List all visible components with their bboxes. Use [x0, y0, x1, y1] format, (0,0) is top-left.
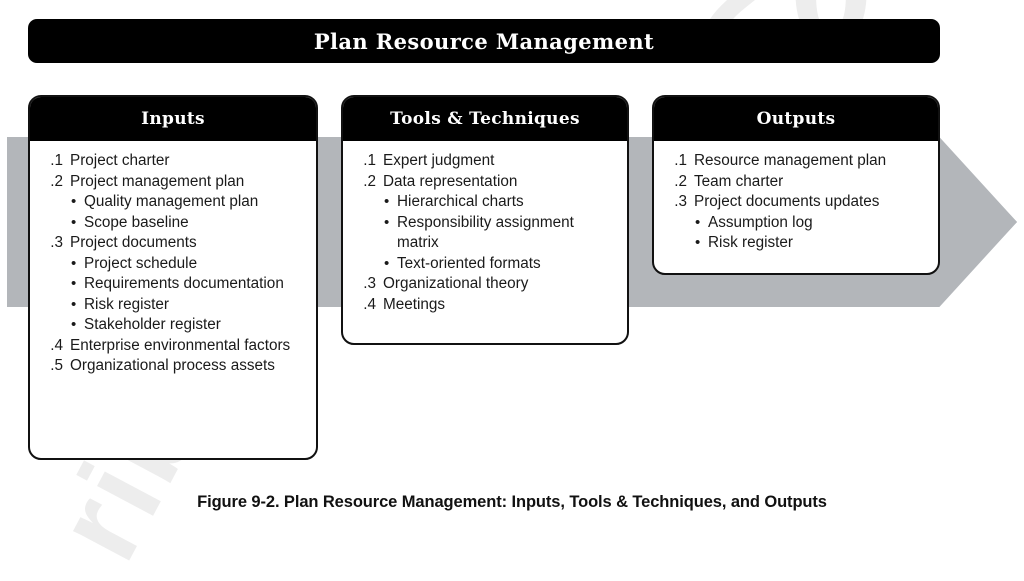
panel-tools-techniques-header: Tools & Techniques	[343, 97, 627, 141]
subitem-label: Risk register	[708, 234, 793, 251]
panel-tools-techniques-header-label: Tools & Techniques	[390, 108, 580, 129]
item-number: .2	[50, 172, 63, 190]
item-label: Enterprise environmental factors	[70, 336, 291, 354]
subitem-label: Scope baseline	[84, 213, 189, 231]
item-label: Organizational process assets	[70, 357, 275, 374]
item-number: .3	[50, 234, 63, 251]
panel-inputs: Inputs .1 Project charter .2 Project man…	[28, 95, 318, 460]
bullet-icon: •	[695, 234, 701, 251]
list-subitem: • Project schedule	[42, 254, 306, 275]
subitem-label: Stakeholder register	[84, 316, 221, 333]
subitem-label: Assumption log	[708, 213, 813, 231]
bullet-icon: •	[71, 316, 77, 333]
list-item: .2 Project management plan	[42, 172, 306, 193]
item-number: .1	[50, 152, 63, 169]
item-number: .4	[363, 295, 376, 313]
item-label: Resource management plan	[694, 152, 887, 169]
list-item: .1 Resource management plan	[666, 151, 928, 172]
subitem-label: Project schedule	[84, 254, 198, 272]
page-title-text: Plan Resource Management	[313, 28, 655, 54]
panel-outputs-header: Outputs	[654, 97, 938, 141]
list-subitem: • Risk register	[666, 233, 928, 254]
item-number: .1	[674, 152, 687, 169]
list-subitem: • Assumption log	[666, 213, 928, 234]
item-label: Project management plan	[70, 172, 245, 190]
subitem-label: Responsibility assignment matrix	[397, 213, 574, 252]
panel-tools-techniques: Tools & Techniques .1 Expert judgment .2…	[341, 95, 629, 345]
item-number: .1	[363, 152, 376, 169]
list-subitem: • Hierarchical charts	[355, 192, 617, 213]
bullet-icon: •	[384, 254, 390, 272]
bullet-icon: •	[71, 275, 77, 292]
panel-outputs: Outputs .1 Resource management plan .2 T…	[652, 95, 940, 275]
list-item: .1 Expert judgment	[355, 151, 617, 172]
bullet-icon: •	[71, 213, 77, 231]
panel-outputs-body: .1 Resource management plan .2 Team char…	[654, 141, 938, 262]
item-number: .3	[363, 275, 376, 292]
bullet-icon: •	[384, 213, 390, 231]
list-subitem: • Quality management plan	[42, 192, 306, 213]
item-number: .2	[363, 172, 376, 190]
list-subitem: • Responsibility assignment matrix	[355, 213, 617, 254]
item-label: Team charter	[694, 172, 784, 190]
list-item: .3 Organizational theory	[355, 274, 617, 295]
page-title: Plan Resource Management	[28, 19, 940, 63]
subitem-label: Hierarchical charts	[397, 193, 524, 210]
item-number: .5	[50, 357, 63, 374]
bullet-icon: •	[384, 193, 390, 210]
list-item: .4 Enterprise environmental factors	[42, 336, 306, 357]
item-label: Project documents updates	[694, 193, 880, 210]
panel-inputs-header-label: Inputs	[141, 108, 205, 129]
list-item: .3 Project documents	[42, 233, 306, 254]
item-label: Organizational theory	[383, 275, 529, 292]
list-subitem: • Stakeholder register	[42, 315, 306, 336]
list-subitem: • Text-oriented formats	[355, 254, 617, 275]
item-number: .4	[50, 336, 63, 354]
list-item: .1 Project charter	[42, 151, 306, 172]
item-number: .2	[674, 172, 687, 190]
list-subitem: • Risk register	[42, 295, 306, 316]
list-item: .5 Organizational process assets	[42, 356, 306, 377]
subitem-label: Risk register	[84, 295, 169, 313]
list-subitem: • Scope baseline	[42, 213, 306, 234]
list-item: .3 Project documents updates	[666, 192, 928, 213]
item-label: Expert judgment	[383, 152, 495, 169]
panel-inputs-body: .1 Project charter .2 Project management…	[30, 141, 316, 385]
bullet-icon: •	[71, 193, 77, 210]
list-item: .2 Data representation	[355, 172, 617, 193]
item-label: Project charter	[70, 152, 170, 169]
list-item: .4 Meetings	[355, 295, 617, 316]
figure-caption: Figure 9-2. Plan Resource Management: In…	[197, 493, 827, 511]
bullet-icon: •	[695, 213, 701, 231]
list-subitem: • Requirements documentation	[42, 274, 306, 295]
subitem-label: Requirements documentation	[84, 275, 284, 292]
subitem-label: Text-oriented formats	[397, 254, 541, 272]
panel-inputs-header: Inputs	[30, 97, 316, 141]
subitem-label: Quality management plan	[84, 193, 259, 210]
bullet-icon: •	[71, 295, 77, 313]
panel-tools-techniques-body: .1 Expert judgment .2 Data representatio…	[343, 141, 627, 323]
item-label: Data representation	[383, 172, 518, 190]
item-label: Project documents	[70, 234, 197, 251]
item-label: Meetings	[383, 295, 446, 313]
item-number: .3	[674, 193, 687, 210]
list-item: .2 Team charter	[666, 172, 928, 193]
panel-outputs-header-label: Outputs	[756, 108, 836, 129]
bullet-icon: •	[71, 254, 77, 272]
